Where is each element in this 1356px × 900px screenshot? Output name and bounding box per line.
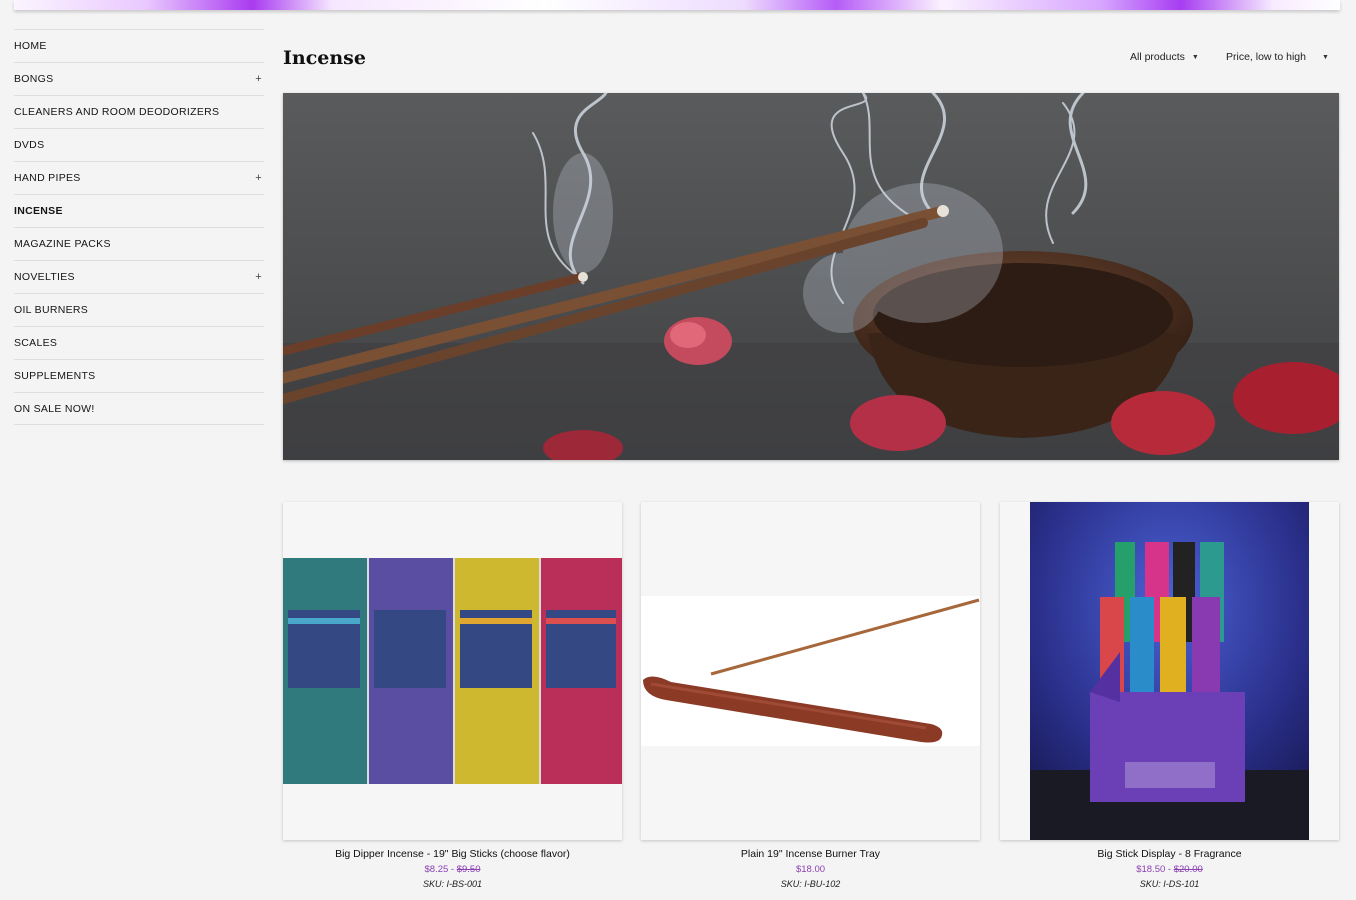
sidebar-item-label: HOME — [14, 40, 47, 52]
sidebar-item-bongs[interactable]: BONGS + — [14, 62, 264, 95]
sale-price: $18.00 — [795, 864, 826, 875]
top-banner — [14, 0, 1340, 10]
expand-icon[interactable]: + — [255, 172, 264, 184]
sort-dropdown-label: Price, low to high — [1226, 51, 1306, 63]
product-image — [283, 558, 622, 784]
product-card-big-dipper-incense[interactable] — [283, 502, 622, 840]
collection-hero-image — [283, 93, 1339, 460]
filter-dropdown-label: All products — [1130, 51, 1185, 63]
product-price: $18.50 - $20.00 — [1000, 863, 1339, 876]
product-card-incense-burner-tray[interactable] — [641, 502, 980, 840]
filter-dropdown[interactable]: All products ▼ — [1130, 51, 1199, 63]
compare-price: $20.00 — [1173, 864, 1203, 875]
page-title: Incense — [283, 47, 366, 69]
sidebar-item-novelties[interactable]: NOVELTIES + — [14, 260, 264, 293]
product-name-link[interactable]: Big Dipper Incense - 19" Big Sticks (cho… — [283, 847, 622, 861]
product-card-big-stick-display[interactable] — [1000, 502, 1339, 840]
sidebar-item-cleaners[interactable]: CLEANERS AND ROOM DEODORIZERS — [14, 95, 264, 128]
sidebar-item-label: BONGS — [14, 73, 54, 85]
product-info-incense-burner-tray: Plain 19" Incense Burner Tray $18.00 SKU… — [641, 847, 980, 890]
compare-price: $9.50 — [456, 864, 481, 875]
sidebar-item-label: SUPPLEMENTS — [14, 370, 96, 382]
sidebar-item-scales[interactable]: SCALES — [14, 326, 264, 359]
product-info-big-stick-display: Big Stick Display - 8 Fragrance $18.50 -… — [1000, 847, 1339, 890]
sidebar-item-oil-burners[interactable]: OIL BURNERS — [14, 293, 264, 326]
product-price: $8.25 - $9.50 — [283, 863, 622, 876]
sidebar-item-home[interactable]: HOME — [14, 29, 264, 62]
sidebar-item-supplements[interactable]: SUPPLEMENTS — [14, 359, 264, 392]
sidebar-item-hand-pipes[interactable]: HAND PIPES + — [14, 161, 264, 194]
caret-down-icon: ▼ — [1321, 53, 1329, 61]
sidebar-item-label: CLEANERS AND ROOM DEODORIZERS — [14, 106, 220, 118]
product-name-link[interactable]: Plain 19" Incense Burner Tray — [641, 847, 980, 861]
product-price: $18.00 — [641, 863, 980, 876]
sidebar-item-label: SCALES — [14, 337, 58, 349]
sidebar-nav: HOME BONGS + CLEANERS AND ROOM DEODORIZE… — [14, 29, 264, 425]
product-name-link[interactable]: Big Stick Display - 8 Fragrance — [1000, 847, 1339, 861]
sidebar-item-label: ON SALE NOW! — [14, 402, 95, 415]
product-sku: SKU: I-BU-102 — [780, 879, 841, 889]
caret-down-icon: ▼ — [1191, 53, 1199, 61]
sidebar-item-label: HAND PIPES — [14, 172, 81, 184]
product-sku: SKU: I-BS-001 — [422, 879, 483, 889]
sale-price: $8.25 — [424, 864, 449, 875]
sidebar-item-magazine-packs[interactable]: MAGAZINE PACKS — [14, 227, 264, 260]
sidebar-item-label: INCENSE — [14, 205, 63, 217]
product-image — [641, 596, 980, 746]
sidebar-item-incense[interactable]: INCENSE — [14, 194, 264, 227]
product-sku: SKU: I-DS-101 — [1139, 879, 1200, 889]
expand-icon[interactable]: + — [255, 271, 264, 283]
sidebar-item-dvds[interactable]: DVDs — [14, 128, 264, 161]
sidebar-item-label: MAGAZINE PACKS — [14, 238, 111, 250]
product-info-big-dipper-incense: Big Dipper Incense - 19" Big Sticks (cho… — [283, 847, 622, 890]
product-image — [1030, 502, 1309, 840]
sale-price: $18.50 — [1136, 864, 1166, 875]
expand-icon[interactable]: + — [255, 73, 264, 85]
sort-dropdown[interactable]: Price, low to high ▼ — [1226, 51, 1329, 63]
sidebar-item-label: DVDs — [14, 139, 45, 151]
sidebar-item-label: NOVELTIES — [14, 271, 75, 283]
sidebar-item-label: OIL BURNERS — [14, 304, 89, 316]
sidebar-item-on-sale[interactable]: ON SALE NOW! — [14, 392, 264, 425]
price-separator: - — [450, 864, 455, 875]
price-separator: - — [1167, 864, 1172, 875]
